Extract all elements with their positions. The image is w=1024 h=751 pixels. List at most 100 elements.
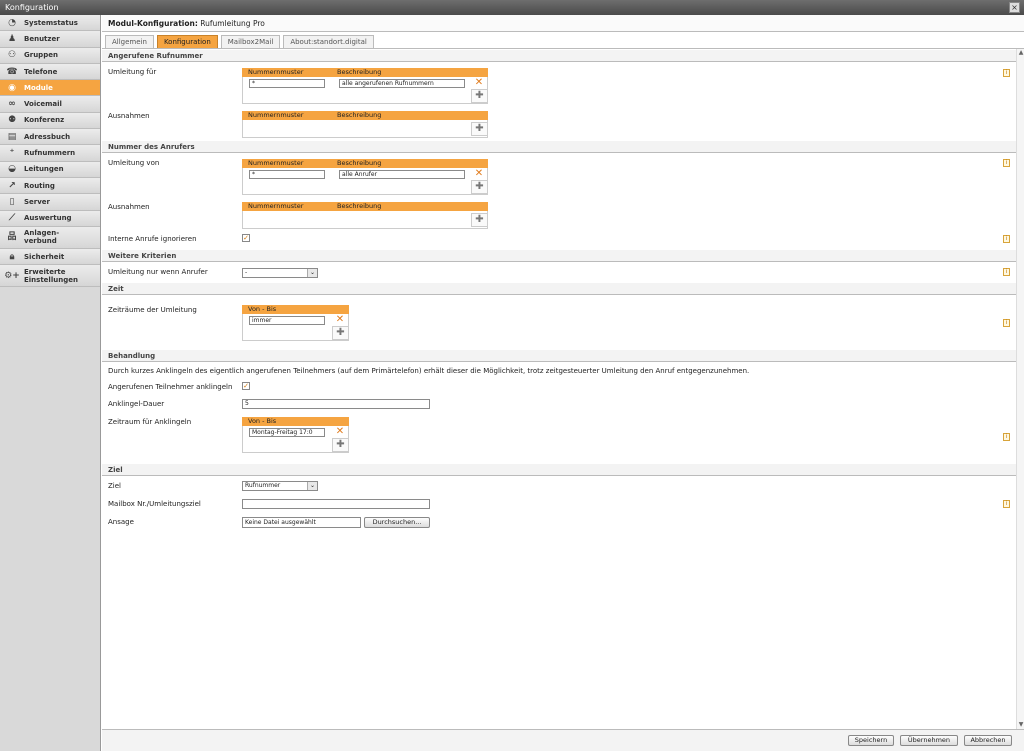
grid-zeitraum-anklingeln: Von - Bis Montag-Freitag 17:0 ✕ ✚ — [242, 417, 349, 453]
tab-konfiguration[interactable]: Konfiguration — [156, 35, 218, 48]
module-header-name: Rufumleitung Pro — [200, 19, 265, 28]
section-behandlung: Behandlung — [102, 350, 1019, 362]
col-nummernmuster: Nummernmuster — [248, 68, 304, 76]
sidebar-icon: ◔ — [8, 17, 16, 28]
col-beschreibung: Beschreibung — [337, 111, 382, 119]
section-nummer-des-anrufers: Nummer des Anrufers — [102, 141, 1019, 153]
sidebar-item-erweiterte[interactable]: ⚙+ Erweiterte Einstellungen — [0, 265, 100, 288]
module-header: Modul-Konfiguration: Rufumleitung Pro — [102, 15, 1024, 32]
sidebar-item-leitungen[interactable]: ◒ Leitungen — [0, 161, 100, 178]
tab-about[interactable]: About:standort.digital — [283, 35, 374, 48]
mailbox-input[interactable] — [242, 499, 430, 509]
remove-row-icon[interactable]: ✕ — [334, 426, 346, 438]
beschreibung-input[interactable]: alle angerufenen Rufnummern — [339, 79, 465, 88]
sidebar-item-telefone[interactable]: ☎ Telefone — [0, 63, 100, 81]
col-beschreibung: Beschreibung — [337, 68, 382, 76]
remove-row-icon[interactable]: ✕ — [473, 77, 485, 89]
tab-allgemein[interactable]: Allgemein — [105, 35, 154, 48]
add-row-icon[interactable]: ✚ — [471, 213, 488, 227]
sidebar-item-systemstatus[interactable]: ◔ Systemstatus — [0, 15, 100, 32]
sidebar-item-gruppen[interactable]: ⚇ Gruppen — [0, 47, 100, 64]
grid-ausnahmen-angerufene: Nummernmuster Beschreibung ✚ — [242, 111, 488, 138]
tab-mailbox2mail[interactable]: Mailbox2Mail — [220, 35, 281, 48]
add-row-icon[interactable]: ✚ — [471, 89, 488, 103]
info-icon[interactable]: i — [1003, 69, 1010, 77]
label-umleitung-nur-wenn: Umleitung nur wenn Anrufer — [108, 268, 208, 276]
interne-anrufe-checkbox[interactable]: ✓ — [242, 234, 250, 242]
anrufer-select-value: - — [245, 269, 248, 276]
sidebar-item-module[interactable]: ◉ Module — [0, 80, 100, 97]
sidebar-item-benutzer[interactable]: ♟ Benutzer — [0, 31, 100, 48]
sidebar-item-adressbuch[interactable]: ▤ Adressbuch — [0, 129, 100, 146]
remove-row-icon[interactable]: ✕ — [473, 168, 485, 180]
sidebar-item-label: Benutzer — [24, 34, 60, 43]
apply-button[interactable]: Übernehmen — [900, 735, 958, 746]
nummernmuster-input[interactable]: * — [249, 170, 325, 179]
sidebar-item-label: Auswertung — [24, 214, 72, 223]
sidebar-item-konferenz[interactable]: ⚉ Konferenz — [0, 112, 100, 130]
add-row-icon[interactable]: ✚ — [332, 326, 349, 340]
grid-header: Von - Bis — [242, 417, 349, 426]
close-icon[interactable]: × — [1009, 2, 1020, 13]
beschreibung-input[interactable]: alle Anrufer — [339, 170, 465, 179]
module-header-prefix: Modul-Konfiguration: — [108, 19, 198, 28]
sidebar-item-label: Anlagen-verbund — [24, 229, 59, 245]
col-nummernmuster: Nummernmuster — [248, 202, 304, 210]
anklingeln-description: Durch kurzes Anklingeln des eigentlich a… — [108, 367, 750, 375]
info-icon[interactable]: i — [1003, 319, 1010, 327]
sidebar-icon: ◒ — [8, 164, 16, 175]
sidebar-item-rufnummern[interactable]: ⁺ Rufnummern — [0, 145, 100, 162]
scrollbar[interactable]: ▲ ▼ — [1016, 49, 1024, 729]
sidebar-icon: 品 — [7, 232, 17, 243]
info-icon[interactable]: i — [1003, 500, 1010, 508]
sidebar-icon: ⚙+ — [4, 270, 20, 281]
sidebar-item-voicemail[interactable]: ∞ Voicemail — [0, 96, 100, 113]
section-angerufene-rufnummer: Angerufene Rufnummer — [102, 50, 1019, 62]
sidebar-icon: ☎ — [6, 66, 18, 77]
sidebar-item-label: Sicherheit — [24, 252, 65, 261]
browse-button[interactable]: Durchsuchen... — [364, 517, 430, 528]
sidebar-item-server[interactable]: ▯ Server — [0, 194, 100, 211]
add-row-icon[interactable]: ✚ — [471, 122, 488, 136]
ziel-select[interactable]: Rufnummer ⌄ — [242, 481, 318, 491]
sidebar-item-routing[interactable]: ↗ Routing — [0, 177, 100, 195]
nummernmuster-input[interactable]: * — [249, 79, 325, 88]
info-icon[interactable]: i — [1003, 159, 1010, 167]
anklingeln-checkbox[interactable]: ✓ — [242, 382, 250, 390]
info-icon[interactable]: i — [1003, 235, 1010, 243]
remove-row-icon[interactable]: ✕ — [334, 314, 346, 326]
add-row-icon[interactable]: ✚ — [332, 438, 349, 452]
sidebar-item-anlagen[interactable]: 品 Anlagen-verbund — [0, 226, 100, 249]
section-weitere-kriterien: Weitere Kriterien — [102, 250, 1019, 262]
anklingel-dauer-input[interactable]: 5 — [242, 399, 430, 409]
label-mailbox: Mailbox Nr./Umleitungsziel — [108, 500, 201, 508]
scroll-down-icon[interactable]: ▼ — [1017, 721, 1024, 729]
label-ausnahmen: Ausnahmen — [108, 203, 150, 211]
anrufer-select[interactable]: - ⌄ — [242, 268, 318, 278]
sidebar-icon: ▯ — [9, 196, 15, 207]
save-button[interactable]: Speichern — [848, 735, 894, 746]
grid-body: ✚ — [242, 120, 488, 138]
add-row-icon[interactable]: ✚ — [471, 180, 488, 194]
label-umleitung-von: Umleitung von — [108, 159, 160, 167]
sidebar-icon: ⚉ — [7, 115, 17, 126]
label-ansage: Ansage — [108, 518, 134, 526]
label-anklingeln: Angerufenen Teilnehmer anklingeln — [108, 383, 233, 391]
cancel-button[interactable]: Abbrechen — [964, 735, 1012, 746]
grid-body: * alle Anrufer ✕ ✚ — [242, 168, 488, 195]
info-icon[interactable]: i — [1003, 433, 1010, 441]
label-umleitung-fuer: Umleitung für — [108, 68, 157, 76]
ansage-file-input[interactable]: Keine Datei ausgewählt — [242, 517, 361, 528]
label-interne-anrufe-ignorieren: Interne Anrufe ignorieren — [108, 235, 197, 243]
sidebar: ◔ Systemstatus ♟ Benutzer ⚇ Gruppen ☎ Telefone ◉… — [0, 15, 101, 751]
zeitraum-anklingeln-input[interactable]: Montag-Freitag 17:0 — [249, 428, 325, 437]
col-von-bis: Von - Bis — [248, 417, 277, 425]
zeitraum-input[interactable]: immer — [249, 316, 325, 325]
grid-umleitung-fuer: Nummernmuster Beschreibung * alle angeruf… — [242, 68, 488, 104]
sidebar-icon: ◉ — [8, 82, 16, 93]
sidebar-item-auswertung[interactable]: ⟋ Auswertung — [0, 210, 100, 227]
info-icon[interactable]: i — [1003, 268, 1010, 276]
sidebar-item-sicherheit[interactable]: 🔒︎ Sicherheit — [0, 248, 100, 266]
sidebar-item-label: Konferenz — [24, 116, 65, 125]
scroll-up-icon[interactable]: ▲ — [1017, 49, 1024, 57]
